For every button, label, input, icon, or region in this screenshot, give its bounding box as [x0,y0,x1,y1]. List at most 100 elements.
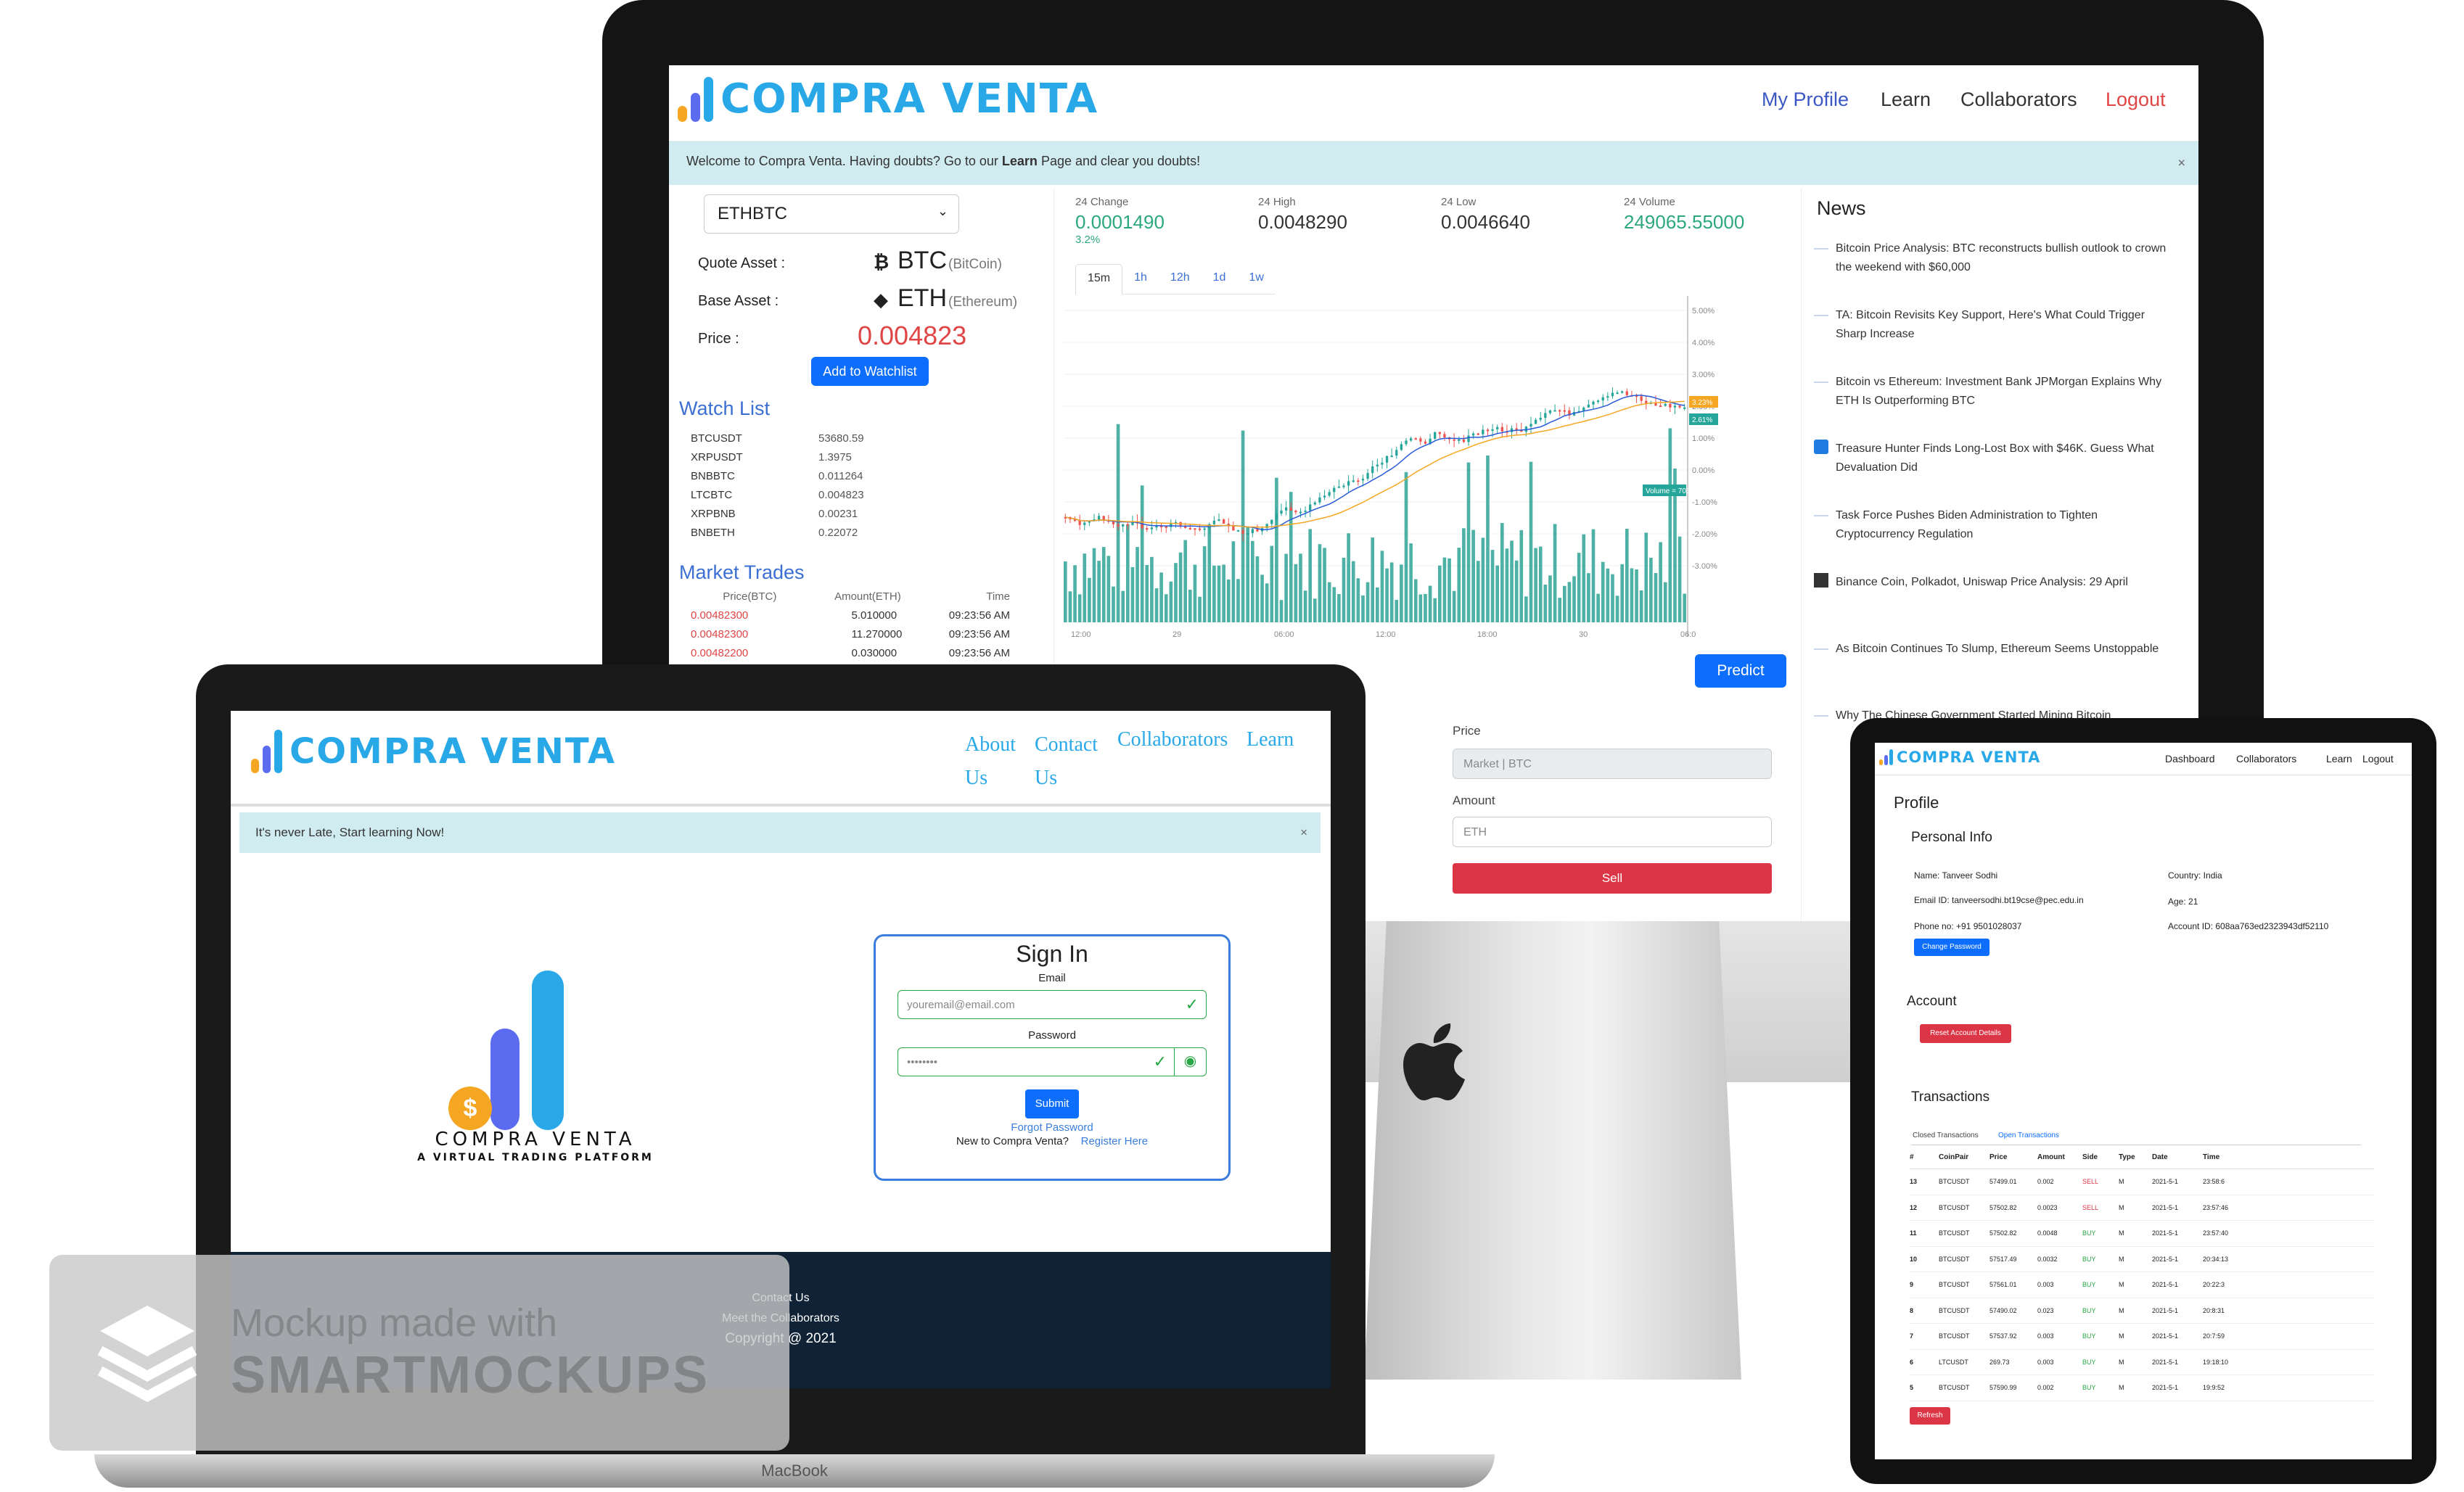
interval-tab[interactable]: 15m [1075,264,1123,294]
alert-learn-link[interactable]: Learn [1002,154,1038,168]
trade-cell: 09:23:56 AM [948,609,1010,622]
volume-bar [1466,462,1471,622]
refresh-button[interactable]: Refresh [1910,1407,1950,1425]
news-item[interactable]: Task Force Pushes Biden Administration t… [1814,506,2177,573]
tx-cell: M [2119,1255,2124,1263]
base-symbol: ETH [898,284,947,312]
order-price-input[interactable]: Market | BTC [1453,749,1772,779]
volume-bar [1510,540,1514,622]
ma-line-fast [1065,395,1685,530]
email-input[interactable]: youremail@email.com ✓ [898,990,1207,1019]
predict-button[interactable]: Predict [1695,654,1786,688]
watchlist-item[interactable]: XRPBNB 0.00231 [691,508,937,527]
tx-cell: BUY [2082,1255,2096,1263]
news-list: Bitcoin Price Analysis: BTC reconstructs… [1814,239,2177,773]
brand-name: COMPRA VENTA [1897,749,2041,766]
register-link[interactable]: Register Here [1081,1135,1149,1147]
volume-bar [1077,594,1082,622]
reset-account-button[interactable]: Reset Account Details [1920,1024,2011,1043]
volume-bar [1154,588,1159,622]
interval-tab[interactable]: 1h [1122,264,1159,294]
change-password-button[interactable]: Change Password [1914,939,1989,956]
news-thumbnail-icon [1814,248,1828,250]
news-item[interactable]: Bitcoin vs Ethereum: Investment Bank JPM… [1814,373,2177,440]
interval-tab[interactable]: 1d [1202,264,1238,294]
news-item[interactable]: As Bitcoin Continues To Slump, Ethereum … [1814,640,2177,706]
candle-body [1587,404,1590,408]
eye-icon[interactable]: ◉ [1174,1047,1206,1076]
nav-dashboard[interactable]: Dashboard [2165,753,2215,764]
candlestick-chart[interactable]: 5.00%4.00%3.00%2.00%1.00%0.00%-1.00%-2.0… [1064,296,1757,641]
volume-bar [1198,596,1202,622]
tx-cell: 23:57:40 [2203,1229,2229,1237]
password-input[interactable]: •••••••• ✓ ◉ [898,1047,1207,1076]
interval-tab[interactable]: 1w [1237,264,1275,294]
order-amount-input[interactable]: ETH [1453,817,1772,847]
interval-tab[interactable]: 12h [1159,264,1202,294]
news-item[interactable]: Treasure Hunter Finds Long-Lost Box with… [1814,440,2177,506]
nav-contact-us[interactable]: Contact Us [1035,728,1098,795]
candle-body [1496,426,1499,429]
add-to-watchlist-button[interactable]: Add to Watchlist [811,357,929,386]
sell-button[interactable]: Sell [1453,863,1772,894]
chevron-down-icon: ⌄ [937,204,948,218]
pair-select[interactable]: ETHBTC ⌄ [704,194,959,234]
candle-body [1414,438,1417,440]
candle-body [1539,418,1542,420]
candle-body [1102,516,1105,521]
volume-bar [1620,564,1625,622]
watchlist-price: 0.22072 [818,527,858,539]
tx-cell: 10 [1910,1255,1918,1263]
watchlist-item[interactable]: BNBBTC 0.011264 [691,470,937,489]
nav-about-us[interactable]: About Us [965,728,1016,795]
nav-logout[interactable]: Logout [2362,753,2394,764]
volume-bar [1486,456,1490,622]
nav-logout[interactable]: Logout [2106,88,2166,111]
submit-button[interactable]: Submit [1025,1089,1079,1118]
alert-text: Welcome to Compra Venta. Having doubts? … [686,154,1002,168]
nav-learn[interactable]: Learn [2326,753,2352,764]
forgot-password-link[interactable]: Forgot Password [876,1121,1228,1134]
watchlist-item[interactable]: BNBETH 0.22072 [691,527,937,545]
nav-collaborators[interactable]: Collaborators [1117,728,1228,751]
tx-cell: M [2119,1306,2124,1314]
volume-bar [1337,594,1341,622]
quote-asset-label: Quote Asset : [698,255,786,271]
alert-close-icon[interactable]: × [2177,156,2185,171]
watermark-line2: SMARTMOCKUPS [231,1346,710,1404]
watchlist-item[interactable]: XRPUSDT 1.3975 [691,451,937,470]
candle-body [1313,502,1316,505]
tx-cell: 2021-5-1 [2152,1384,2179,1392]
tx-header-cell: Type [2119,1153,2135,1161]
brand-logo[interactable]: COMPRA VENTA [251,730,616,773]
interval-tabs: 15m 1h 12h 1d 1w [1075,264,1276,294]
candle-body [1165,526,1167,528]
nav-collaborators[interactable]: Collaborators [1960,88,2077,111]
news-item[interactable]: TA: Bitcoin Revisits Key Support, Here's… [1814,306,2177,373]
volume-bar [1289,492,1293,622]
alert-close-icon[interactable]: × [1300,825,1307,840]
watchlist-price: 1.3975 [818,451,852,463]
tab-closed-transactions[interactable]: Closed Transactions [1913,1132,1979,1139]
trades-header-cell: Price(BTC) [723,590,777,603]
news-thumbnail-icon [1814,315,1828,316]
y-tick-label: -1.00% [1692,498,1717,507]
news-thumbnail-icon [1814,648,1828,650]
nav-my-profile[interactable]: My Profile [1762,88,1849,111]
brand-logo[interactable]: COMPRA VENTA [1879,749,2040,766]
nav-collaborators[interactable]: Collaborators [2236,753,2296,764]
watchlist-item[interactable]: BTCUSDT 53680.59 [691,432,937,451]
order-price-label: Price [1453,724,1481,738]
news-item[interactable]: Binance Coin, Polkadot, Uniswap Price An… [1814,573,2177,640]
watchlist-item[interactable]: LTCBTC 0.004823 [691,489,937,508]
volume-bar [1270,545,1274,622]
tx-cell: LTCUSDT [1939,1358,1968,1366]
candle-body [1337,486,1341,488]
news-item[interactable]: Bitcoin Price Analysis: BTC reconstructs… [1814,239,2177,306]
personal-info-title: Personal Info [1911,830,1992,845]
tab-open-transactions[interactable]: Open Transactions [1998,1132,2059,1139]
brand-logo[interactable]: COMPRA VENTA [678,75,1098,123]
nav-learn[interactable]: Learn [1247,728,1294,751]
nav-learn[interactable]: Learn [1881,88,1931,111]
candle-body [1640,396,1643,401]
